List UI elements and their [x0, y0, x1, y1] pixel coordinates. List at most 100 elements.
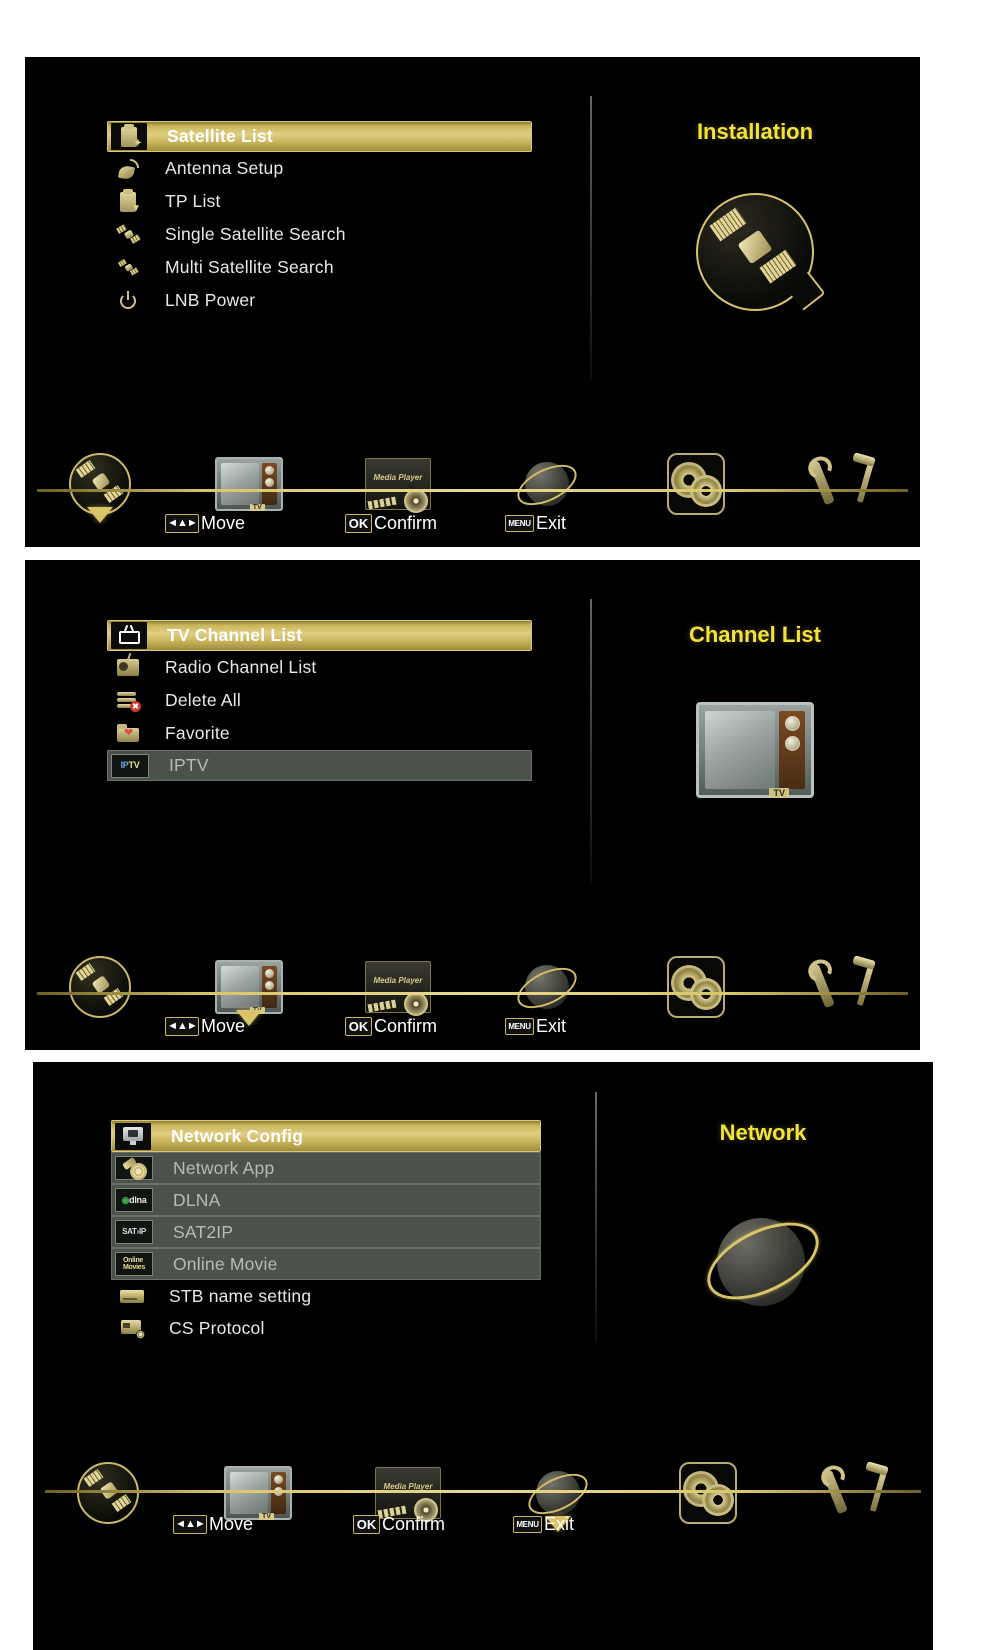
ok-key-icon: OK [345, 513, 372, 533]
menu-item-network-config[interactable]: Network Config [111, 1120, 541, 1152]
satellite-icon [111, 222, 145, 247]
iptv-tv-text: TV [128, 760, 140, 770]
installation-preview: Installation [625, 119, 885, 311]
page-title: Channel List [688, 622, 821, 647]
hint-label: Exit [536, 512, 567, 533]
menu-item-label: IPTV [169, 755, 209, 775]
menu-item-label: Network App [173, 1157, 275, 1178]
sat2ip-badge-icon: SAT›IP [115, 1220, 153, 1244]
clipboard-tp-icon: ▼ [111, 188, 145, 214]
gold-divider-rule [37, 992, 908, 995]
menu-item-single-satellite-search[interactable]: Single Satellite Search [107, 218, 532, 251]
television-icon: TV [696, 702, 814, 798]
hint-label: Move [209, 1513, 254, 1534]
menu-item-online-movie[interactable]: Online Movies Online Movie [111, 1248, 541, 1280]
network-app-icon [115, 1156, 153, 1180]
footer-hints: ◄▲► Move OK Confirm MENU Exit [25, 1006, 920, 1046]
menu-item-tp-list[interactable]: ▼ TP List [107, 185, 532, 218]
favorite-folder-icon: ❤ [111, 721, 145, 746]
menu-item-label: DLNA [173, 1189, 221, 1210]
menu-item-tv-channel-list[interactable]: TV Channel List [107, 620, 532, 651]
satellite-dish-circle-icon [696, 193, 814, 311]
menu-item-network-app[interactable]: Network App [111, 1152, 541, 1184]
menu-item-label: Multi Satellite Search [165, 257, 334, 277]
menu-item-label: SAT2IP [173, 1221, 234, 1242]
menu-item-label: LNB Power [165, 290, 256, 310]
menu-item-radio-channel-list[interactable]: Radio Channel List [107, 651, 532, 684]
panel-installation: ✦ Satellite List Antenna Setup ▼ TP List [25, 57, 920, 547]
menu-item-label: Antenna Setup [165, 158, 284, 178]
antenna-dish-icon [111, 156, 145, 181]
globe-icon [695, 1206, 831, 1316]
menu-item-label: Satellite List [167, 126, 273, 146]
gold-divider-rule [45, 1490, 921, 1493]
dlna-dot-icon: ◉ [121, 1194, 130, 1205]
menu-item-delete-all[interactable]: ✖ Delete All [107, 684, 532, 717]
hint-label: Confirm [374, 512, 438, 533]
dlna-badge-icon: ◉dlna [115, 1188, 153, 1212]
menu-item-label: CS Protocol [169, 1317, 265, 1338]
menu-item-label: TP List [165, 191, 221, 211]
tv-label: TV [769, 788, 789, 798]
media-player-label: Media Player [373, 473, 423, 482]
hint-label: Exit [544, 1513, 575, 1534]
menu-item-label: Network Config [171, 1125, 304, 1146]
menu-item-dlna[interactable]: ◉dlna DLNA [111, 1184, 541, 1216]
hint-label: Move [201, 1015, 246, 1036]
menu-item-label: Delete All [165, 690, 241, 710]
hint-confirm: OK Confirm [345, 1016, 505, 1037]
hint-move: ◄▲► Move [165, 513, 345, 534]
online-text: Online [123, 1256, 144, 1264]
menu-item-iptv[interactable]: IPTV IPTV [107, 750, 532, 781]
channel-list-preview: Channel List TV [625, 622, 885, 798]
arrow-keys-icon: ◄▲► [165, 513, 199, 533]
online-movie-icon: Online Movies [115, 1252, 153, 1276]
menu-item-antenna-setup[interactable]: Antenna Setup [107, 152, 532, 185]
ok-key-icon: OK [353, 1514, 380, 1534]
tv-icon [111, 622, 147, 649]
panel-network: Network Config Network App ◉dlna DLNA SA… [33, 1062, 933, 1650]
menu-item-multi-satellite-search[interactable]: Multi Satellite Search [107, 251, 532, 284]
hint-move: ◄▲► Move [173, 1514, 353, 1535]
hint-exit: MENU Exit [505, 513, 566, 534]
menu-item-lnb-power[interactable]: LNB Power [107, 284, 532, 317]
menu-item-satellite-list[interactable]: ✦ Satellite List [107, 121, 532, 152]
stb-menu-screenshot: ✦ Satellite List Antenna Setup ▼ TP List [0, 0, 1000, 1650]
page-title: Installation [696, 119, 814, 144]
arrow-keys-icon: ◄▲► [165, 1016, 199, 1036]
network-monitor-icon [115, 1122, 151, 1150]
hint-label: Confirm [382, 1513, 446, 1534]
hint-confirm: OK Confirm [353, 1514, 513, 1535]
hint-label: Confirm [374, 1015, 438, 1036]
panel-divider [595, 1092, 597, 1342]
menu-item-label: Radio Channel List [165, 657, 317, 677]
menu-item-stb-name-setting[interactable]: STB name setting [111, 1280, 541, 1312]
menu-item-sat2ip[interactable]: SAT›IP SAT2IP [111, 1216, 541, 1248]
delete-all-icon: ✖ [111, 688, 145, 713]
menu-item-favorite[interactable]: ❤ Favorite [107, 717, 532, 750]
hint-exit: MENU Exit [505, 1016, 566, 1037]
menu-key-icon: MENU [505, 514, 534, 532]
menu-key-icon: MENU [505, 1017, 534, 1035]
menu-key-icon: MENU [513, 1515, 542, 1533]
stb-icon [115, 1284, 149, 1309]
panel-channel-list: TV Channel List Radio Channel List ✖ Del… [25, 560, 920, 1050]
multi-satellite-icon [111, 255, 145, 280]
footer-hints: ◄▲► Move OK Confirm MENU Exit [33, 1504, 933, 1544]
hint-move: ◄▲► Move [165, 1016, 345, 1037]
panel-divider [590, 599, 592, 884]
menu-item-cs-protocol[interactable]: CS Protocol [111, 1312, 541, 1344]
radio-icon [111, 655, 145, 680]
hint-label: Exit [536, 1015, 567, 1036]
cs-card-icon [115, 1316, 149, 1341]
ok-key-icon: OK [345, 1016, 372, 1036]
arrow-keys-icon: ◄▲► [173, 1514, 207, 1534]
gold-divider-rule [37, 489, 908, 492]
footer-hints: ◄▲► Move OK Confirm MENU Exit [25, 503, 920, 543]
network-menu-list: Network Config Network App ◉dlna DLNA SA… [111, 1120, 541, 1344]
menu-item-label: TV Channel List [167, 625, 303, 645]
menu-item-label: Favorite [165, 723, 230, 743]
clipboard-satellite-icon: ✦ [111, 123, 147, 150]
installation-menu-list: ✦ Satellite List Antenna Setup ▼ TP List [107, 121, 532, 317]
page-title: Network [719, 1120, 807, 1145]
